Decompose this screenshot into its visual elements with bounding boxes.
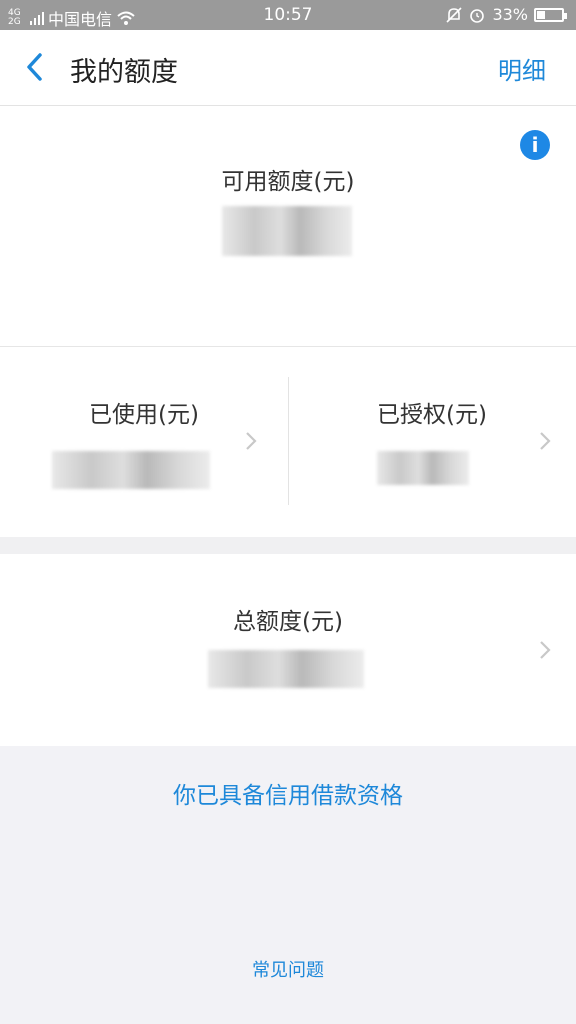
available-credit-section: i 可用额度(元) bbox=[0, 106, 576, 347]
authorized-credit-label: 已授权(元) bbox=[377, 402, 487, 428]
chevron-right-icon bbox=[540, 641, 551, 659]
total-credit-section[interactable]: 总额度(元) bbox=[0, 554, 576, 746]
used-credit-label: 已使用(元) bbox=[89, 402, 199, 428]
credit-qualification-link[interactable]: 你已具备信用借款资格 bbox=[0, 776, 576, 810]
usage-section: 已使用(元) 已授权(元) bbox=[0, 347, 576, 537]
used-credit-value-masked bbox=[52, 451, 210, 489]
available-credit-label: 可用额度(元) bbox=[221, 169, 355, 195]
battery-icon bbox=[534, 7, 567, 22]
alarm-icon bbox=[470, 8, 485, 23]
total-credit-value-masked bbox=[208, 650, 364, 688]
battery-percent: 33% bbox=[492, 5, 528, 24]
detail-link[interactable]: 明细 bbox=[498, 51, 546, 86]
chevron-right-icon bbox=[540, 432, 551, 450]
section-gap bbox=[0, 537, 576, 554]
page-title: 我的额度 bbox=[70, 57, 178, 88]
status-bar: 4G 2G 中国电信 10:57 33% bbox=[0, 0, 576, 30]
used-credit-cell[interactable]: 已使用(元) bbox=[0, 347, 288, 537]
navigation-bar: 我的额度 明细 bbox=[0, 30, 576, 106]
faq-link[interactable]: 常见问题 bbox=[0, 956, 576, 982]
info-icon[interactable]: i bbox=[520, 130, 550, 160]
authorized-credit-cell[interactable]: 已授权(元) bbox=[288, 347, 576, 537]
back-arrow-icon[interactable] bbox=[20, 50, 50, 84]
mute-bell-icon bbox=[446, 6, 463, 23]
authorized-credit-value-masked bbox=[377, 451, 469, 485]
total-credit-label: 总额度(元) bbox=[233, 609, 343, 635]
chevron-right-icon bbox=[246, 432, 257, 450]
available-credit-value-masked bbox=[222, 206, 352, 256]
